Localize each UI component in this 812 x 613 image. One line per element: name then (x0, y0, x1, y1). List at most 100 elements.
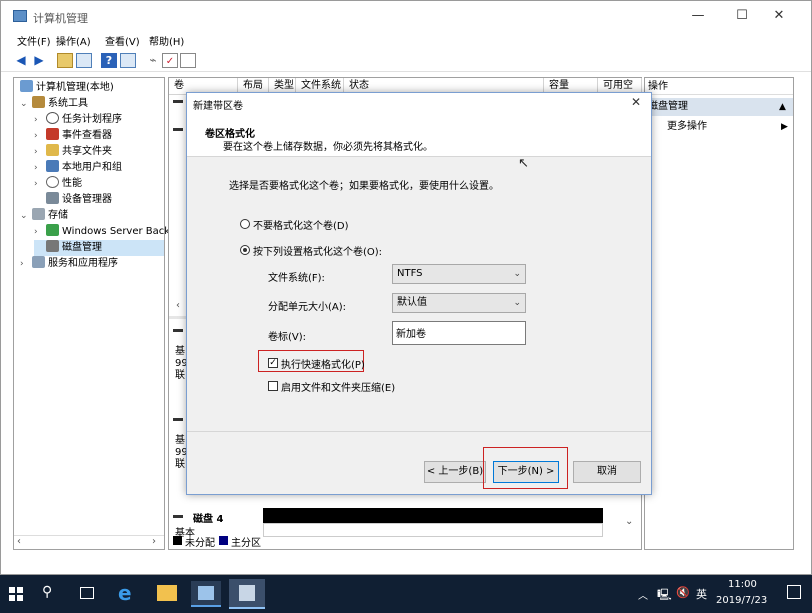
no-format-label[interactable]: 不要格式化这个卷(D) (253, 217, 349, 232)
tree-item-windows-backup[interactable]: › Windows Server Back (34, 224, 170, 240)
more-actions-item[interactable]: 更多操作 ▶ (667, 119, 793, 135)
clock-time[interactable]: 11:00 (728, 579, 757, 590)
tree-item-performance[interactable]: › 性能 (34, 176, 82, 192)
tree-item-disk-management[interactable]: 磁盘管理 (34, 240, 164, 256)
chevron-right-icon[interactable]: › (34, 176, 46, 192)
cancel-button[interactable]: 取消 (573, 461, 641, 483)
services-icon (32, 256, 45, 268)
tree-label: 存储 (48, 210, 68, 221)
notification-icon[interactable] (787, 585, 801, 599)
chevron-right-icon[interactable]: › (34, 144, 46, 160)
menu-action[interactable]: 操作(A) (56, 33, 91, 48)
ie-icon[interactable]: e (118, 581, 132, 605)
computer-icon (20, 80, 33, 92)
tree-item-storage[interactable]: ⌄ 存储 (20, 208, 68, 224)
volume-label-input[interactable]: 新加卷 (392, 321, 526, 345)
actions-section-disk-management[interactable]: 磁盘管理 ▲ (645, 98, 793, 116)
tree-item-system-tools[interactable]: ⌄ 系统工具 (20, 96, 88, 112)
filesystem-select[interactable]: NTFS ⌄ (392, 264, 526, 284)
tree-label: 磁盘管理 (62, 242, 102, 253)
storage-icon (32, 208, 45, 220)
scroll-down-icon[interactable]: ⌄ (625, 516, 633, 527)
scroll-left-icon[interactable]: ‹ (169, 300, 187, 314)
tree-label: 共享文件夹 (62, 146, 112, 157)
format-radio[interactable] (240, 245, 250, 255)
tree-item-event-viewer[interactable]: › 事件查看器 (34, 128, 112, 144)
back-icon[interactable]: ◀ (13, 53, 29, 68)
title-bar[interactable]: 计算机管理 — ☐ ✕ (1, 1, 811, 31)
scroll-left-icon[interactable]: ‹ (17, 536, 21, 547)
chevron-up-icon[interactable]: ︿ (638, 587, 648, 602)
volume-icon[interactable]: 🔇 (676, 586, 690, 599)
menu-file[interactable]: 文件(F) (17, 33, 51, 48)
computer-management-taskbar-button[interactable] (229, 579, 265, 609)
window-icon[interactable] (180, 53, 196, 68)
device-manager-icon (46, 192, 59, 204)
checklist-icon[interactable]: ✓ (162, 53, 178, 68)
show-hide-tree-icon[interactable] (76, 53, 92, 68)
tree-label: 计算机管理(本地) (36, 82, 114, 93)
menu-view[interactable]: 查看(V) (105, 33, 140, 48)
disk-icon (46, 240, 59, 252)
chevron-down-icon[interactable]: ⌄ (20, 96, 32, 112)
network-icon[interactable]: 🖳 (657, 586, 672, 605)
forward-icon[interactable]: ▶ (31, 53, 47, 68)
format-label[interactable]: 按下列设置格式化这个卷(O): (253, 243, 382, 258)
chevron-down-icon[interactable]: ⌄ (20, 208, 32, 224)
shared-folder-icon (46, 144, 59, 156)
collapse-icon[interactable]: ▲ (779, 98, 786, 116)
help-icon[interactable]: ? (101, 53, 117, 68)
tree-item-shared-folders[interactable]: › 共享文件夹 (34, 144, 112, 160)
tree-item-task-scheduler[interactable]: › 任务计划程序 (34, 112, 122, 128)
mouse-cursor-icon: ↖ (518, 156, 529, 171)
task-view-icon[interactable] (80, 587, 94, 599)
legend: 未分配 主分区 (173, 534, 633, 549)
chevron-right-icon[interactable]: › (34, 112, 46, 128)
clock-date[interactable]: 2019/7/23 (716, 595, 767, 606)
submenu-arrow-icon: ▶ (781, 122, 788, 132)
chevron-right-icon[interactable]: › (34, 128, 46, 144)
properties-icon[interactable] (120, 53, 136, 68)
connect-icon[interactable]: ⌁ (145, 53, 161, 68)
chevron-right-icon[interactable]: › (34, 224, 46, 240)
minimize-button[interactable]: — (675, 1, 721, 31)
menu-help[interactable]: 帮助(H) (149, 33, 184, 48)
scroll-right-icon[interactable]: › (152, 536, 156, 547)
tree-label: 服务和应用程序 (48, 258, 118, 269)
quick-format-checkbox[interactable]: ✓ (268, 358, 278, 368)
file-explorer-icon[interactable] (157, 585, 177, 601)
tree-item-local-users[interactable]: › 本地用户和组 (34, 160, 122, 176)
ime-indicator[interactable]: 英 (696, 586, 707, 602)
disk-4-label: 磁盘 4 (193, 514, 224, 525)
search-icon[interactable]: ⚲ (42, 584, 52, 600)
chevron-right-icon[interactable]: › (20, 256, 32, 272)
quick-format-label[interactable]: 执行快速格式化(P) (281, 356, 365, 371)
chevron-right-icon[interactable]: › (34, 160, 46, 176)
tree-item-services[interactable]: › 服务和应用程序 (20, 256, 118, 272)
legend-unallocated-swatch (173, 536, 182, 545)
actions-section-label: 磁盘管理 (648, 101, 688, 112)
tree-horizontal-scrollbar[interactable]: ‹ › (14, 535, 164, 549)
allocation-select[interactable]: 默认值 ⌄ (392, 293, 526, 313)
unallocated-bar[interactable] (263, 508, 603, 523)
compression-checkbox[interactable] (268, 381, 278, 391)
server-manager-taskbar-button[interactable] (191, 581, 221, 607)
compression-label[interactable]: 启用文件和文件夹压缩(E) (281, 379, 395, 394)
users-icon (46, 160, 59, 172)
server-manager-icon (198, 586, 214, 600)
volume-label-value: 新加卷 (396, 329, 426, 340)
close-button[interactable]: ✕ (756, 1, 802, 31)
chevron-down-icon: ⌄ (513, 269, 521, 279)
no-format-radio[interactable] (240, 219, 250, 229)
wizard-subheading: 要在这个卷上储存数据，你必须先将其格式化。 (223, 142, 433, 153)
tree-item-device-manager[interactable]: 设备管理器 (46, 192, 112, 208)
volume-icon (173, 128, 183, 131)
back-button[interactable]: < 上一步(B) (424, 461, 486, 483)
tree-label: 本地用户和组 (62, 162, 122, 173)
tree-root[interactable]: 计算机管理(本地) (20, 80, 114, 96)
start-icon[interactable] (9, 587, 23, 601)
next-button[interactable]: 下一步(N) > (493, 461, 559, 483)
up-folder-icon[interactable] (57, 53, 73, 68)
wizard-close-button[interactable]: ✕ (631, 95, 641, 109)
tree-label: 设备管理器 (62, 194, 112, 205)
